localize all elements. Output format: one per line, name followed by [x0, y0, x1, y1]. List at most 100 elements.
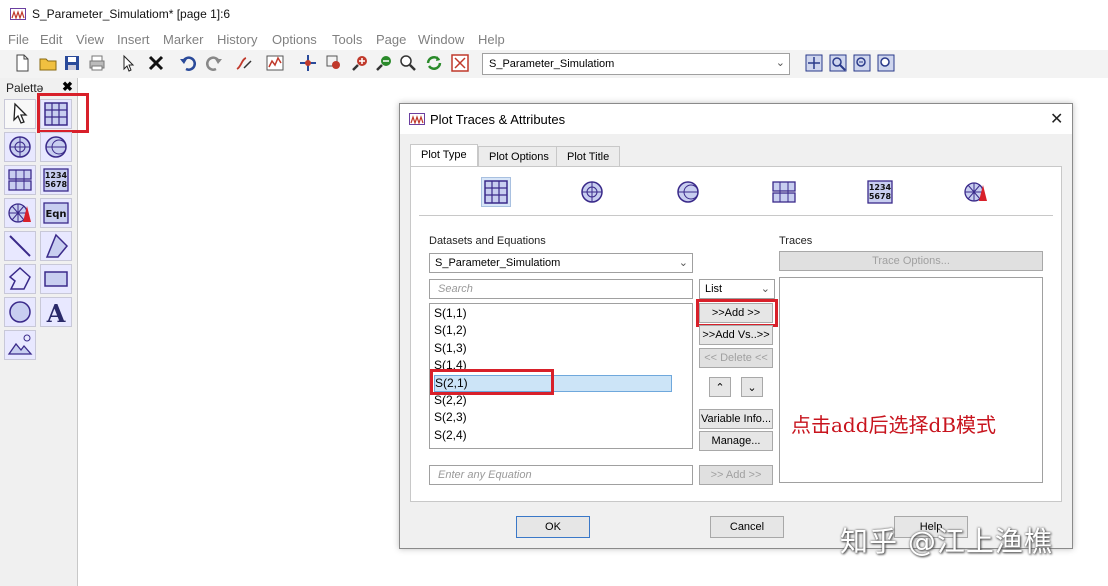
variable-info-button[interactable]: Variable Info... [699, 409, 773, 429]
tab-plot-title[interactable]: Plot Title [556, 146, 621, 166]
ok-button[interactable]: OK [516, 516, 590, 538]
equation-placeholder: Enter any Equation [438, 469, 532, 481]
chevron-up-icon: ⌃ [715, 381, 725, 394]
undo-icon[interactable] [178, 53, 198, 73]
list-item[interactable]: S(2,3) [434, 410, 672, 427]
window-title: S_Parameter_Simulatiom* [page 1]:6 [32, 7, 231, 21]
list-item[interactable]: S(1,1) [434, 306, 672, 323]
new-file-icon[interactable] [12, 53, 32, 73]
zoom-reset-icon[interactable] [876, 53, 896, 73]
save-icon[interactable] [62, 53, 82, 73]
polyline-icon[interactable] [4, 264, 36, 294]
palette-highlight-box [37, 93, 89, 133]
text-icon[interactable]: A [40, 297, 72, 327]
polar-plot-icon[interactable] [4, 132, 36, 162]
refresh-icon[interactable] [424, 53, 444, 73]
polygon-icon[interactable] [40, 231, 72, 261]
zoom-in-icon[interactable] [350, 53, 370, 73]
polar-plot-icon[interactable] [577, 177, 607, 207]
dataset-select[interactable]: S_Parameter_Simulatiom ⌄ [429, 253, 693, 273]
rectangular-plot-icon[interactable] [481, 177, 511, 207]
select-arrow-icon[interactable] [118, 53, 138, 73]
redo-icon[interactable] [204, 53, 224, 73]
pan-icon[interactable] [298, 53, 318, 73]
datasets-label: Datasets and Equations [429, 235, 546, 247]
equation-add-button[interactable]: >> Add >> [699, 465, 773, 485]
dialog-title-bar: Plot Traces & Attributes ✕ [400, 104, 1072, 134]
search-input[interactable]: Search [429, 279, 693, 299]
chevron-down-icon: ⌄ [747, 381, 757, 394]
plot-type-panel: 1234 5678 Datasets and Equations S_Parame… [410, 166, 1062, 502]
trace-icon[interactable] [234, 53, 254, 73]
menu-window[interactable]: Window [418, 32, 464, 47]
menu-page[interactable]: Page [376, 32, 406, 47]
zoom-prev-icon[interactable] [852, 53, 872, 73]
list-item[interactable]: S(2,2) [434, 393, 672, 410]
chevron-down-icon: ⌄ [775, 57, 785, 69]
dataset-select-value: S_Parameter_Simulatiom [435, 257, 561, 269]
menu-view[interactable]: View [76, 32, 104, 47]
traces-list[interactable] [779, 277, 1043, 483]
rectangle-icon[interactable] [40, 264, 72, 294]
tab-plot-type[interactable]: Plot Type [410, 144, 478, 167]
list-item[interactable]: S(2,4) [434, 428, 672, 445]
tab-plot-options[interactable]: Plot Options [478, 146, 560, 166]
menu-edit[interactable]: Edit [40, 32, 62, 47]
menu-file[interactable]: File [8, 32, 29, 47]
annotation-text: 点击add后选择dB模式 [791, 413, 997, 437]
menu-bar: File Edit View Insert Marker History Opt… [0, 30, 1108, 50]
toolbar: S_Parameter_Simulatiom ⌄ [0, 50, 1108, 78]
panel-divider [419, 215, 1053, 216]
list-mode-value: List [705, 283, 723, 295]
menu-options[interactable]: Options [272, 32, 317, 47]
line-draw-icon[interactable] [4, 231, 36, 261]
list-mode-select[interactable]: List ⌄ [699, 279, 775, 299]
plot-traces-dialog: Plot Traces & Attributes ✕ Plot Type Plo… [399, 103, 1073, 549]
manage-button[interactable]: Manage... [699, 431, 773, 451]
antenna-plot-icon[interactable] [961, 177, 991, 207]
watermark-text: 知乎 @江上渔樵 [840, 525, 1053, 558]
trace-options-button[interactable]: Trace Options... [779, 251, 1043, 271]
cancel-button[interactable]: Cancel [710, 516, 784, 538]
smith-chart-icon[interactable] [673, 177, 703, 207]
delete-button[interactable]: << Delete << [699, 348, 773, 368]
app-title-bar: S_Parameter_Simulatiom* [page 1]:6 [0, 0, 1108, 30]
list-item[interactable]: S(1,3) [434, 341, 672, 358]
menu-tools[interactable]: Tools [332, 32, 362, 47]
open-folder-icon[interactable] [38, 53, 58, 73]
close-box-icon[interactable] [450, 53, 470, 73]
menu-help[interactable]: Help [478, 32, 505, 47]
magnifier-icon[interactable] [398, 53, 418, 73]
menu-marker[interactable]: Marker [163, 32, 203, 47]
stacked-plot-icon[interactable] [769, 177, 799, 207]
list-item[interactable]: S(1,2) [434, 323, 672, 340]
delete-icon[interactable] [146, 53, 166, 73]
plot-chart-icon[interactable] [265, 53, 285, 73]
zoom-fit-icon[interactable] [804, 53, 824, 73]
equation-icon[interactable]: Eqn [40, 198, 72, 228]
stacked-plot-icon[interactable] [4, 165, 36, 195]
move-up-button[interactable]: ⌃ [709, 377, 731, 397]
document-select[interactable]: S_Parameter_Simulatiom ⌄ [482, 53, 790, 75]
circle-icon[interactable] [4, 297, 36, 327]
move-down-button[interactable]: ⌄ [741, 377, 763, 397]
print-icon[interactable] [87, 53, 107, 73]
image-icon[interactable] [4, 330, 36, 360]
app-icon [409, 113, 425, 125]
close-icon[interactable]: ✕ [1050, 109, 1063, 129]
list-table-icon[interactable]: 1234 5678 [40, 165, 72, 195]
equation-input[interactable]: Enter any Equation [429, 465, 693, 485]
menu-history[interactable]: History [217, 32, 257, 47]
dialog-title: Plot Traces & Attributes [430, 112, 566, 127]
zoom-out-icon[interactable] [374, 53, 394, 73]
list-table-icon[interactable]: 1234 5678 [865, 177, 895, 207]
zoom-box-icon[interactable] [324, 53, 344, 73]
zoom-area-icon[interactable] [828, 53, 848, 73]
svg-text:1234: 1234 [869, 183, 892, 192]
palette-select-arrow[interactable] [4, 99, 36, 129]
svg-text:A: A [46, 299, 66, 325]
smith-chart-icon[interactable] [40, 132, 72, 162]
menu-insert[interactable]: Insert [117, 32, 150, 47]
antenna-plot-icon[interactable] [4, 198, 36, 228]
add-vs-button[interactable]: >>Add Vs..>> [699, 325, 773, 345]
